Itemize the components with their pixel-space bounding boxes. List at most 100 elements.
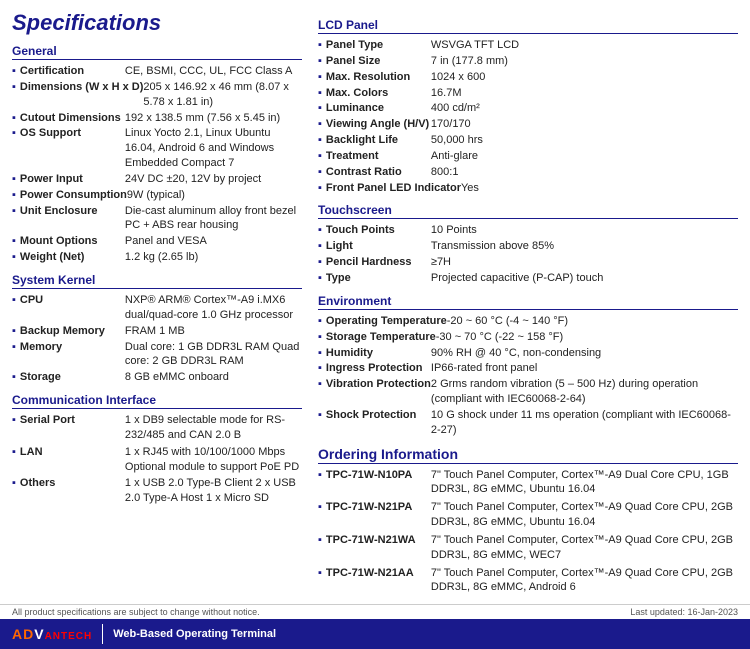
bottom-note-bar: All product specifications are subject t… bbox=[0, 604, 750, 619]
list-item: Ingress ProtectionIP66-rated front panel bbox=[318, 361, 738, 376]
spec-label: CPU bbox=[20, 293, 125, 323]
system-kernel-list: CPUNXP® ARM® Cortex™-A9 i.MX6 dual/quad-… bbox=[12, 293, 302, 385]
spec-value: ≥7H bbox=[431, 255, 738, 270]
spec-label: Touch Points bbox=[326, 223, 431, 238]
spec-label: Power Input bbox=[20, 172, 125, 187]
spec-label: Certification bbox=[20, 64, 125, 79]
main-content: Specifications General CertificationCE, … bbox=[0, 0, 750, 604]
spec-value: Projected capacitive (P-CAP) touch bbox=[431, 271, 738, 286]
lcd-list: Panel TypeWSVGA TFT LCDPanel Size7 in (1… bbox=[318, 38, 738, 195]
spec-label: Power Consumption bbox=[20, 188, 127, 203]
environment-section-title: Environment bbox=[318, 294, 738, 310]
spec-label: Storage bbox=[20, 370, 125, 385]
list-item: OS SupportLinux Yocto 2.1, Linux Ubuntu … bbox=[12, 126, 302, 171]
spec-value: -20 ~ 60 °C (-4 ~ 140 °F) bbox=[447, 314, 738, 329]
spec-value: WSVGA TFT LCD bbox=[431, 38, 738, 53]
spec-label: Backup Memory bbox=[20, 324, 125, 339]
spec-value: 90% RH @ 40 °C, non-condensing bbox=[431, 346, 738, 361]
list-item: Dimensions (W x H x D)205 x 146.92 x 46 … bbox=[12, 80, 302, 110]
list-item: CertificationCE, BSMI, CCC, UL, FCC Clas… bbox=[12, 64, 302, 79]
list-item: Viewing Angle (H/V)170/170 bbox=[318, 117, 738, 132]
spec-value: 8 GB eMMC onboard bbox=[125, 370, 302, 385]
spec-value: 205 x 146.92 x 46 mm (8.07 x 5.78 x 1.81… bbox=[143, 80, 302, 110]
spec-label: Cutout Dimensions bbox=[20, 111, 125, 126]
list-item: Storage Temperature-30 ~ 70 °C (-22 ~ 15… bbox=[318, 330, 738, 345]
list-item: LAN1 x RJ45 with 10/100/1000 Mbps Option… bbox=[12, 445, 302, 475]
spec-label: Vibration Protection bbox=[326, 377, 431, 407]
touchscreen-list: Touch Points10 PointsLightTransmission a… bbox=[318, 223, 738, 285]
list-item: Panel TypeWSVGA TFT LCD bbox=[318, 38, 738, 53]
spec-value: 1.2 kg (2.65 lb) bbox=[125, 250, 302, 265]
spec-value: Transmission above 85% bbox=[431, 239, 738, 254]
spec-value: Linux Yocto 2.1, Linux Ubuntu 16.04, And… bbox=[125, 126, 302, 171]
order-code: TPC-71W-N10PA bbox=[326, 468, 431, 498]
product-note: All product specifications are subject t… bbox=[12, 607, 260, 617]
spec-value: 2 Grms random vibration (5 – 500 Hz) dur… bbox=[431, 377, 738, 407]
list-item: Serial Port1 x DB9 selectable mode for R… bbox=[12, 413, 302, 443]
spec-value: Panel and VESA bbox=[125, 234, 302, 249]
comm-section-title: Communication Interface bbox=[12, 393, 302, 409]
spec-value: Yes bbox=[461, 181, 738, 196]
list-item: TreatmentAnti-glare bbox=[318, 149, 738, 164]
order-desc: 7" Touch Panel Computer, Cortex™-A9 Quad… bbox=[431, 500, 738, 530]
lcd-section-title: LCD Panel bbox=[318, 18, 738, 34]
order-desc: 7" Touch Panel Computer, Cortex™-A9 Quad… bbox=[431, 533, 738, 563]
spec-value: 9W (typical) bbox=[127, 188, 302, 203]
spec-label: Treatment bbox=[326, 149, 431, 164]
spec-value: 400 cd/m² bbox=[431, 101, 738, 116]
spec-value: 10 G shock under 11 ms operation (compli… bbox=[431, 408, 738, 438]
spec-label: Luminance bbox=[326, 101, 431, 116]
list-item: MemoryDual core: 1 GB DDR3L RAM Quad cor… bbox=[12, 340, 302, 370]
spec-label: Others bbox=[20, 476, 125, 506]
spec-value: CE, BSMI, CCC, UL, FCC Class A bbox=[125, 64, 302, 79]
last-updated: Last updated: 16-Jan-2023 bbox=[630, 607, 738, 617]
spec-value: 10 Points bbox=[431, 223, 738, 238]
spec-label: Operating Temperature bbox=[326, 314, 447, 329]
spec-value: 800:1 bbox=[431, 165, 738, 180]
footer-brand: ADVANTECH bbox=[12, 626, 92, 642]
spec-value: 170/170 bbox=[431, 117, 738, 132]
spec-value: IP66-rated front panel bbox=[431, 361, 738, 376]
spec-label: Humidity bbox=[326, 346, 431, 361]
touchscreen-section-title: Touchscreen bbox=[318, 203, 738, 219]
spec-value: Die-cast aluminum alloy front bezel PC +… bbox=[125, 204, 302, 234]
order-desc: 7" Touch Panel Computer, Cortex™-A9 Dual… bbox=[431, 468, 738, 498]
ordering-section: Ordering Information TPC-71W-N10PA7" Tou… bbox=[318, 446, 738, 596]
list-item: Touch Points10 Points bbox=[318, 223, 738, 238]
list-item: Storage8 GB eMMC onboard bbox=[12, 370, 302, 385]
spec-label: Shock Protection bbox=[326, 408, 431, 438]
list-item: Operating Temperature-20 ~ 60 °C (-4 ~ 1… bbox=[318, 314, 738, 329]
order-code: TPC-71W-N21WA bbox=[326, 533, 431, 563]
right-column: LCD Panel Panel TypeWSVGA TFT LCDPanel S… bbox=[318, 10, 738, 598]
list-item: Luminance400 cd/m² bbox=[318, 101, 738, 116]
list-item: Others1 x USB 2.0 Type-B Client 2 x USB … bbox=[12, 476, 302, 506]
spec-label: Unit Enclosure bbox=[20, 204, 125, 234]
list-item: TPC-71W-N10PA7" Touch Panel Computer, Co… bbox=[318, 468, 738, 498]
spec-label: Weight (Net) bbox=[20, 250, 125, 265]
spec-value: -30 ~ 70 °C (-22 ~ 158 °F) bbox=[436, 330, 738, 345]
spec-value: 50,000 hrs bbox=[431, 133, 738, 148]
spec-label: Contrast Ratio bbox=[326, 165, 431, 180]
list-item: Contrast Ratio800:1 bbox=[318, 165, 738, 180]
spec-value: 192 x 138.5 mm (7.56 x 5.45 in) bbox=[125, 111, 302, 126]
list-item: Panel Size7 in (177.8 mm) bbox=[318, 54, 738, 69]
list-item: Shock Protection10 G shock under 11 ms o… bbox=[318, 408, 738, 438]
list-item: Weight (Net)1.2 kg (2.65 lb) bbox=[12, 250, 302, 265]
footer-tagline: Web-Based Operating Terminal bbox=[113, 628, 276, 640]
list-item: Power Input24V DC ±20, 12V by project bbox=[12, 172, 302, 187]
list-item: Unit EnclosureDie-cast aluminum alloy fr… bbox=[12, 204, 302, 234]
spec-label: Viewing Angle (H/V) bbox=[326, 117, 431, 132]
list-item: TPC-71W-N21PA7" Touch Panel Computer, Co… bbox=[318, 500, 738, 530]
list-item: TPC-71W-N21WA7" Touch Panel Computer, Co… bbox=[318, 533, 738, 563]
spec-value: 16.7M bbox=[431, 86, 738, 101]
list-item: Max. Resolution1024 x 600 bbox=[318, 70, 738, 85]
spec-label: OS Support bbox=[20, 126, 125, 171]
list-item: CPUNXP® ARM® Cortex™-A9 i.MX6 dual/quad-… bbox=[12, 293, 302, 323]
spec-value: 1 x USB 2.0 Type-B Client 2 x USB 2.0 Ty… bbox=[125, 476, 302, 506]
spec-value: 1 x DB9 selectable mode for RS-232/485 a… bbox=[125, 413, 302, 443]
environment-list: Operating Temperature-20 ~ 60 °C (-4 ~ 1… bbox=[318, 314, 738, 438]
spec-label: Pencil Hardness bbox=[326, 255, 431, 270]
comm-list: Serial Port1 x DB9 selectable mode for R… bbox=[12, 413, 302, 506]
list-item: Front Panel LED IndicatorYes bbox=[318, 181, 738, 196]
spec-value: 24V DC ±20, 12V by project bbox=[125, 172, 302, 187]
